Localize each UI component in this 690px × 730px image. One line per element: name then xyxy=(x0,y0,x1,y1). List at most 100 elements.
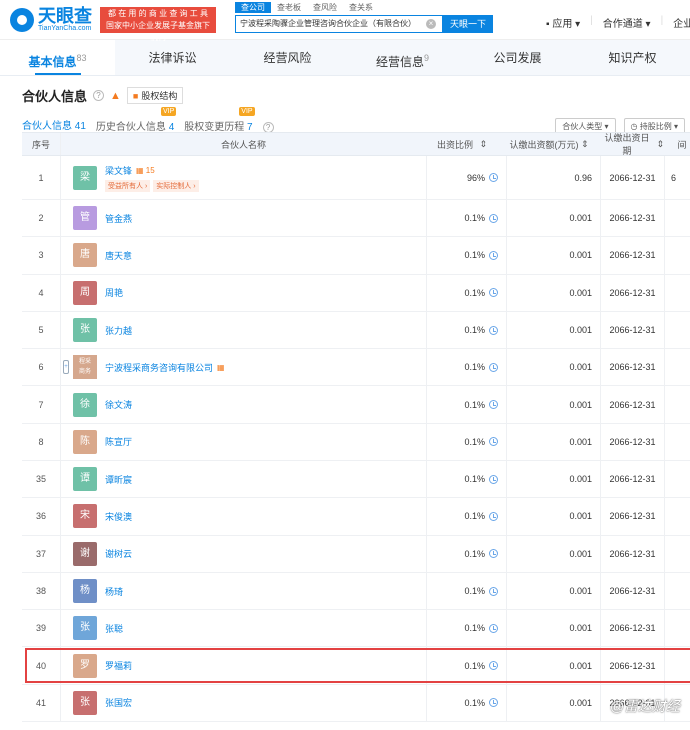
promo-line1: 都 在 用 的 商 业 查 询 工 具 xyxy=(107,8,208,18)
clock-icon[interactable] xyxy=(489,586,498,596)
table-row: 37 谢谢树云 0.1% 0.001 2066-12-31 xyxy=(22,535,690,573)
tab-legal[interactable]: 法律诉讼 xyxy=(115,40,230,75)
nav-coop[interactable]: 合作通道 ▾ xyxy=(603,15,651,30)
logo-domain: TianYanCha.com xyxy=(38,24,92,32)
expand-icon[interactable]: + xyxy=(63,360,69,375)
header-ratio[interactable]: 出资比例 ⇕ xyxy=(426,133,506,155)
search-input[interactable]: 宁波程采陶骤企业管理咨询合伙企业（有限合伙） × xyxy=(235,15,443,33)
partner-name-link[interactable]: 张聪 xyxy=(105,622,123,635)
date-value: 2066-12-31 xyxy=(600,461,664,498)
related-person-icon[interactable]: ▦ xyxy=(217,363,225,372)
amount-value: 0.001 xyxy=(506,386,600,423)
table-row: 1 梁 梁文锋 ▦ 15 受益所有人 › 实际控制人 › 96% 0.96 20… xyxy=(22,156,690,200)
search-tab-company[interactable]: 查公司 xyxy=(235,2,271,13)
tab-basic-info[interactable]: 基本信息83 xyxy=(0,40,115,75)
partner-name-link[interactable]: 张国宏 xyxy=(105,696,132,709)
clock-icon[interactable] xyxy=(489,437,498,447)
header-ratio-label: 出资比例 xyxy=(436,139,473,150)
table-row: 35 谭谭昕宸 0.1% 0.001 2066-12-31 xyxy=(22,461,690,499)
clock-icon[interactable] xyxy=(489,400,498,410)
date-value: 2066-12-31 xyxy=(600,311,664,349)
extra-cell xyxy=(664,386,690,423)
ratio-value: 0.1% xyxy=(464,474,485,485)
extra-cell xyxy=(664,349,690,386)
row-seq: 7 xyxy=(38,399,44,410)
help-icon[interactable]: ? xyxy=(262,121,274,133)
row-seq: 6 xyxy=(38,362,44,373)
amount-value: 0.001 xyxy=(506,572,600,610)
partner-name-link[interactable]: 张力越 xyxy=(105,324,132,337)
search-tab-boss[interactable]: 查老板 xyxy=(271,2,307,13)
logo[interactable]: 天眼查 TianYanCha.com xyxy=(10,7,92,33)
equity-structure-button[interactable]: ■ 股权结构 xyxy=(126,87,184,104)
clock-icon[interactable] xyxy=(489,213,498,223)
clock-icon[interactable] xyxy=(489,474,498,484)
tab-ip[interactable]: 知识产权 xyxy=(575,40,690,75)
nav-app[interactable]: ▪ 应用 ▾ xyxy=(546,15,580,30)
header-name: 合伙人名称 xyxy=(60,133,426,155)
clock-icon[interactable] xyxy=(489,698,498,708)
partner-name-link[interactable]: 唐天意 xyxy=(105,249,132,262)
header-amount[interactable]: 认缴出资额(万元) ⇕ xyxy=(506,133,600,155)
vip-badge: VIP xyxy=(160,107,177,116)
row-seq: 41 xyxy=(35,697,46,708)
clock-icon[interactable] xyxy=(489,173,498,182)
extra-cell xyxy=(664,311,690,349)
tag-controller[interactable]: 实际控制人 › xyxy=(153,179,199,192)
header-date[interactable]: 认缴出资日期 ⇕ xyxy=(600,133,664,156)
extra-cell xyxy=(664,535,690,572)
avatar: 陈 xyxy=(73,429,97,454)
amount-value: 0.001 xyxy=(506,461,600,498)
partner-name-link[interactable]: 谭昕宸 xyxy=(105,473,132,486)
clear-icon[interactable]: × xyxy=(426,19,436,29)
tag-beneficiary[interactable]: 受益所有人 › xyxy=(105,179,151,192)
partner-name-link[interactable]: 梁文锋 xyxy=(105,164,132,177)
related-companies-badge[interactable]: ▦ 15 xyxy=(136,166,155,175)
date-value: 2066-12-31 xyxy=(600,349,664,386)
clock-icon[interactable] xyxy=(489,250,498,260)
avatar: 张 xyxy=(73,616,97,641)
search-tab-relation[interactable]: 查关系 xyxy=(343,2,379,13)
clock-icon[interactable] xyxy=(489,288,498,298)
table-header: 序号 合伙人名称 出资比例 ⇕ 认缴出资额(万元) ⇕ 认缴出资日期 ⇕ 间 xyxy=(22,132,690,156)
nav-app-label: 应用 xyxy=(552,19,573,30)
nav-enterprise[interactable]: 企业级产 xyxy=(673,15,690,30)
partner-name-link[interactable]: 宋俊澳 xyxy=(105,510,132,523)
tab-operation[interactable]: 经营信息9 xyxy=(345,40,460,75)
promo-banner[interactable]: 都 在 用 的 商 业 查 询 工 具 国家中小企业发展子基金旗下机构 xyxy=(100,6,216,42)
partner-name-link[interactable]: 谢树云 xyxy=(105,547,132,560)
avatar: 谭 xyxy=(73,467,97,492)
tab-development[interactable]: 公司发展 xyxy=(460,40,575,75)
amount-value: 0.001 xyxy=(506,311,600,349)
clock-icon[interactable] xyxy=(489,511,498,521)
extra-cell xyxy=(664,237,690,274)
row-seq: 8 xyxy=(38,436,44,447)
extra-cell xyxy=(664,610,690,647)
avatar: 唐 xyxy=(73,243,97,268)
help-icon[interactable]: ? xyxy=(93,90,105,101)
clock-icon[interactable] xyxy=(489,362,498,372)
partner-name-link[interactable]: 管金燕 xyxy=(105,212,132,225)
partner-name-link[interactable]: 杨琦 xyxy=(105,585,123,598)
top-header: 天眼查 TianYanCha.com 都 在 用 的 商 业 查 询 工 具 国… xyxy=(0,0,690,42)
ratio-value: 0.1% xyxy=(464,213,485,224)
partner-name-link[interactable]: 周艳 xyxy=(105,286,123,299)
partner-name-link[interactable]: 陈宣厅 xyxy=(105,435,132,448)
partner-name-link[interactable]: 宁波程采商务咨询有限公司 xyxy=(105,361,213,374)
amount-value: 0.001 xyxy=(506,274,600,311)
search-button[interactable]: 天眼一下 xyxy=(443,15,493,33)
clock-icon[interactable] xyxy=(489,623,498,633)
clock-icon[interactable] xyxy=(489,325,498,335)
date-value: 2066-12-31 xyxy=(600,274,664,311)
search-tab-risk[interactable]: 查风险 xyxy=(307,2,343,13)
tab-count: 9 xyxy=(424,53,430,63)
amount-value: 0.001 xyxy=(506,684,600,722)
amount-value: 0.001 xyxy=(506,423,600,461)
ratio-value: 0.1% xyxy=(464,399,485,410)
partner-name-link[interactable]: 徐文涛 xyxy=(105,398,132,411)
tab-risk[interactable]: 经营风险 xyxy=(230,40,345,75)
avatar: 徐 xyxy=(73,392,97,417)
clock-icon[interactable] xyxy=(489,549,498,559)
tab-count: 83 xyxy=(76,53,87,63)
ratio-value: 0.1% xyxy=(464,586,485,597)
